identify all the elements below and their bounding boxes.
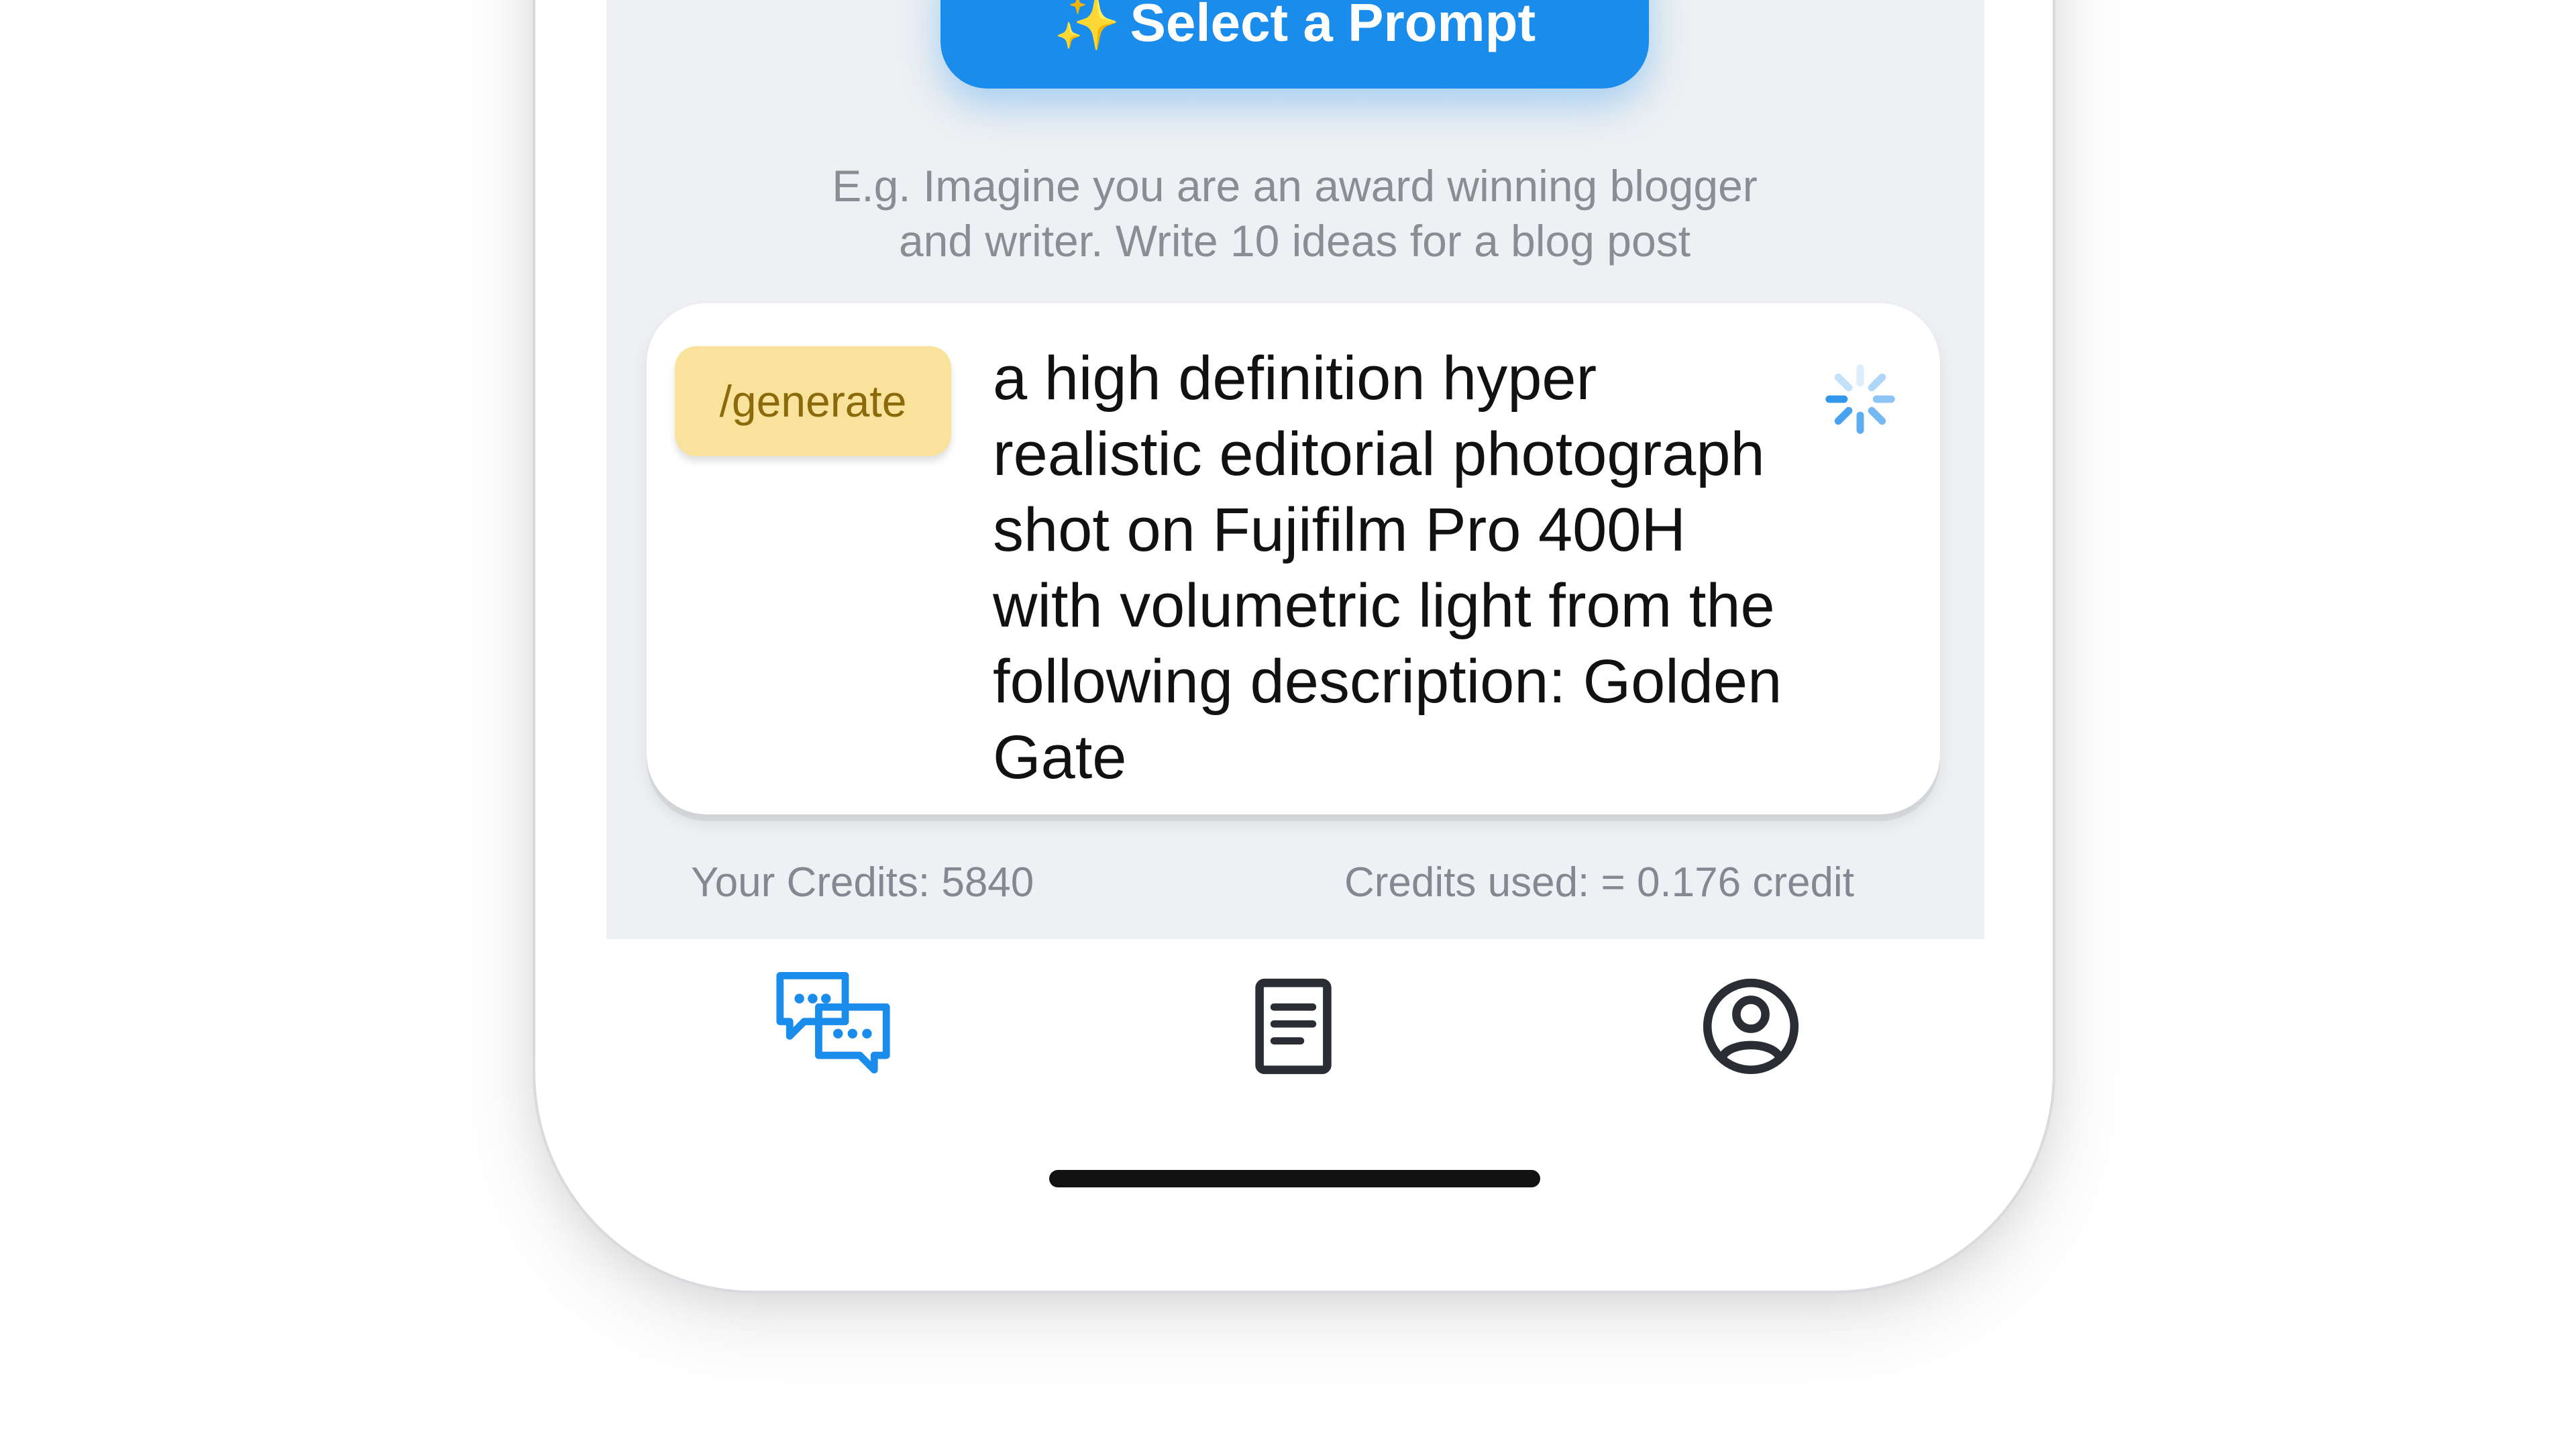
tab-profile[interactable]: [1690, 966, 1811, 1087]
tab-chat[interactable]: [773, 966, 894, 1087]
tab-documents[interactable]: [1233, 966, 1354, 1087]
loading-spinner-icon: [1825, 364, 1895, 434]
available-credits: Your Credits: 5840: [691, 859, 1034, 906]
example-line-1: E.g. Imagine you are an award winning bl…: [832, 161, 1758, 211]
document-icon: [1255, 978, 1332, 1075]
example-prompt-hint: E.g. Imagine you are an award winning bl…: [724, 158, 1865, 268]
sparkles-icon: ✨: [1053, 0, 1121, 52]
prompt-input-text[interactable]: a high definition hyper realistic editor…: [993, 341, 1798, 784]
select-prompt-label: Select a Prompt: [1130, 0, 1536, 52]
prompt-composer[interactable]: /generate a high definition hyper realis…: [647, 303, 1940, 814]
example-line-2: and writer. Write 10 ideas for a blog po…: [898, 216, 1691, 266]
select-prompt-button[interactable]: ✨ Select a Prompt: [941, 0, 1649, 89]
credits-used: Credits used: = 0.176 credit: [1344, 859, 1854, 906]
generate-command-chip[interactable]: /generate: [675, 346, 951, 456]
chat-bubbles-icon: [776, 972, 890, 1074]
home-indicator[interactable]: [1049, 1170, 1540, 1187]
profile-icon: [1703, 978, 1799, 1075]
